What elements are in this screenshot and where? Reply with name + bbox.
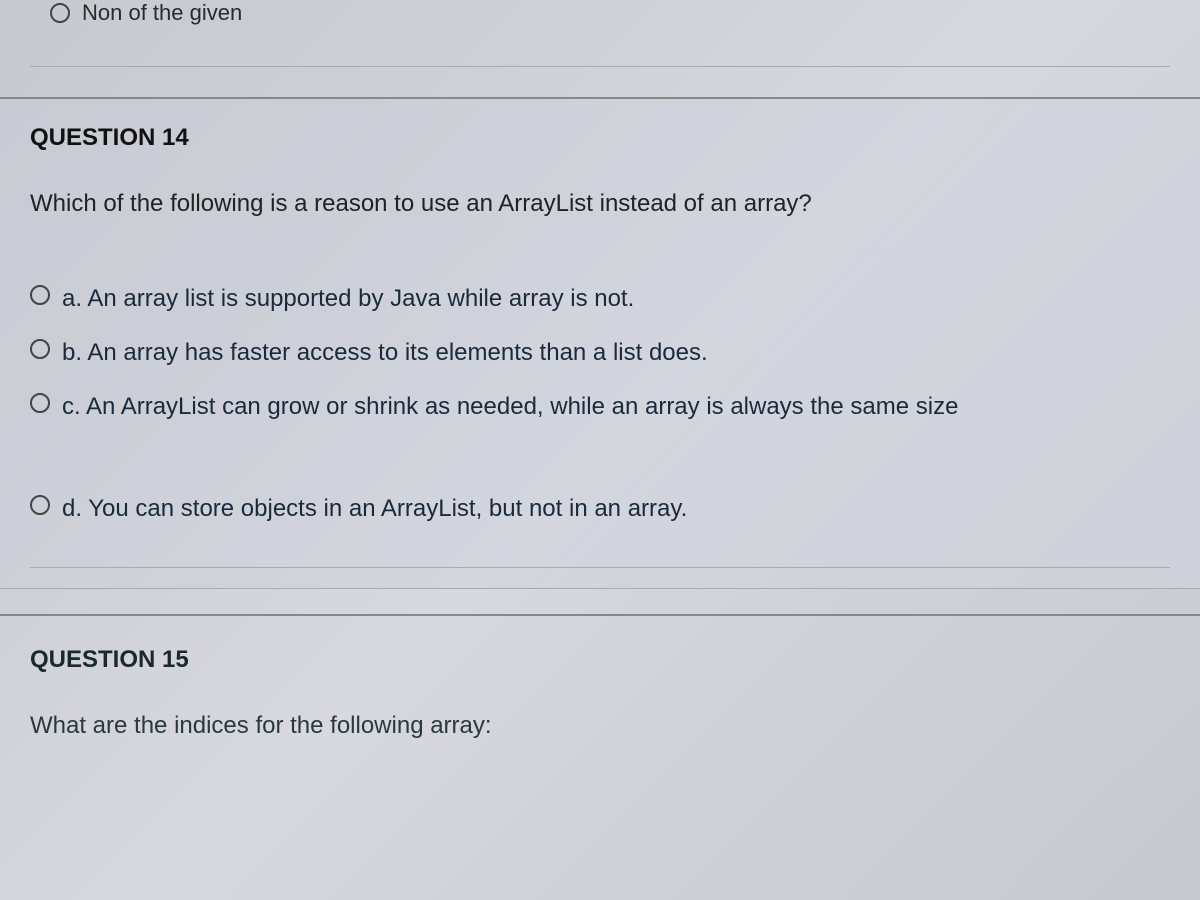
option-d-text: d. You can store objects in an ArrayList…	[62, 491, 687, 527]
prev-option-text: Non of the given	[82, 0, 242, 26]
question-15-header: QUESTION 15	[30, 646, 1170, 674]
option-letter: a.	[62, 285, 82, 312]
previous-question-fragment: Non of the given	[0, 0, 1200, 67]
option-b-text: b. An array has faster access to its ele…	[62, 335, 708, 371]
question-15-prompt: What are the indices for the following a…	[30, 709, 1170, 743]
option-body: An ArrayList can grow or shrink as neede…	[86, 393, 958, 420]
divider	[30, 567, 1170, 568]
option-body: An array has faster access to its elemen…	[87, 339, 707, 366]
quiz-page: Non of the given QUESTION 14 Which of th…	[0, 0, 1200, 742]
question-14-block: QUESTION 14 Which of the following is a …	[0, 97, 1200, 589]
question-15-block: QUESTION 15 What are the indices for the…	[0, 614, 1200, 743]
option-c-text: c. An ArrayList can grow or shrink as ne…	[62, 389, 958, 425]
option-c-row[interactable]: c. An ArrayList can grow or shrink as ne…	[30, 389, 1170, 425]
question-14-header: QUESTION 14	[30, 124, 1170, 152]
radio-icon[interactable]	[30, 285, 50, 305]
option-d-row[interactable]: d. You can store objects in an ArrayList…	[30, 491, 1170, 527]
option-letter: d.	[62, 495, 82, 522]
radio-icon[interactable]	[30, 393, 50, 413]
prev-option-row[interactable]: Non of the given	[50, 0, 1170, 26]
radio-icon[interactable]	[30, 495, 50, 515]
option-a-text: a. An array list is supported by Java wh…	[62, 281, 634, 317]
divider	[30, 66, 1170, 67]
option-body: An array list is supported by Java while…	[87, 285, 634, 312]
radio-icon[interactable]	[50, 3, 70, 23]
option-a-row[interactable]: a. An array list is supported by Java wh…	[30, 281, 1170, 317]
option-letter: c.	[62, 393, 81, 420]
question-14-options: a. An array list is supported by Java wh…	[30, 281, 1170, 527]
radio-icon[interactable]	[30, 339, 50, 359]
option-spacer	[30, 443, 1170, 473]
option-letter: b.	[62, 339, 82, 366]
option-body: You can store objects in an ArrayList, b…	[88, 495, 687, 522]
question-14-prompt: Which of the following is a reason to us…	[30, 187, 1170, 221]
option-b-row[interactable]: b. An array has faster access to its ele…	[30, 335, 1170, 371]
